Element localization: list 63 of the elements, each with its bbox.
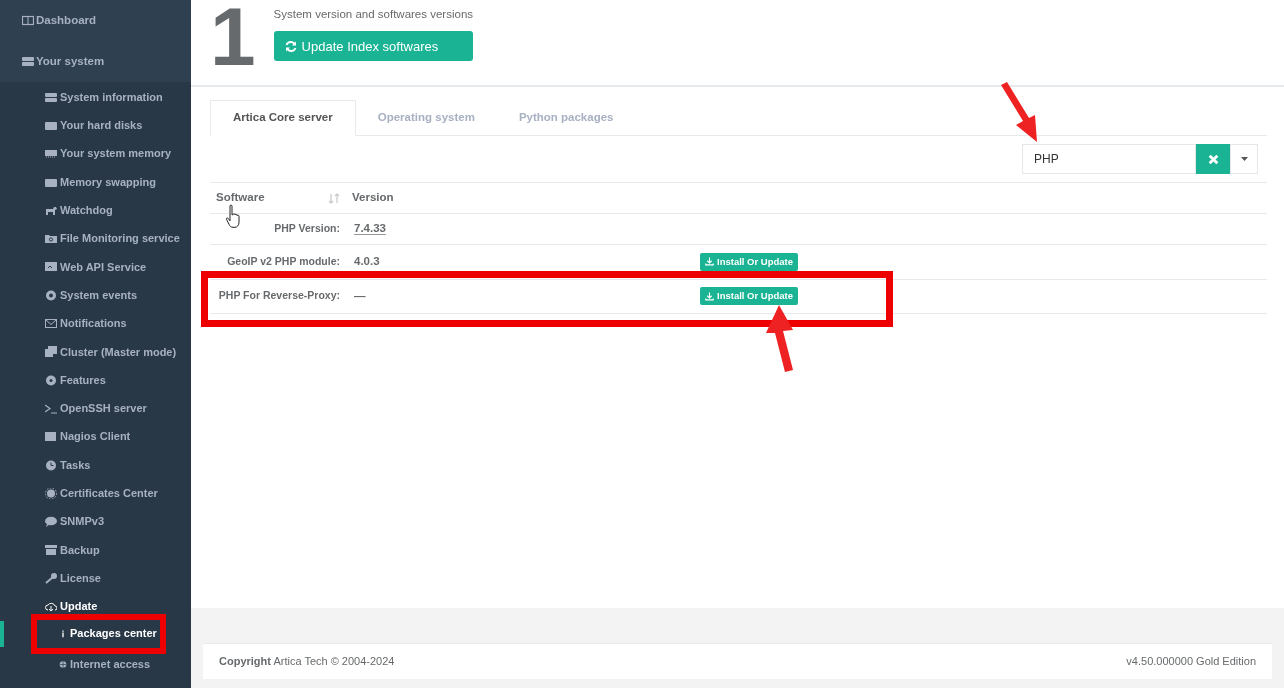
table-cell-text: GeoIP v2 PHP module: bbox=[227, 253, 340, 269]
sort-icon bbox=[328, 192, 340, 204]
sidebar-item[interactable]: Cluster (Master mode) bbox=[0, 337, 191, 366]
copy-icon bbox=[45, 346, 57, 358]
key-icon bbox=[45, 572, 57, 584]
copyright-text: Copyright Artica Tech © 2004-2024 bbox=[219, 654, 395, 670]
memory-icon bbox=[45, 148, 57, 160]
globe-icon bbox=[59, 659, 67, 671]
sidebar-item[interactable]: File Monitoring service bbox=[0, 224, 191, 253]
tab[interactable]: Artica Core server bbox=[210, 100, 356, 136]
version-text: v4.50.000000 Gold Edition bbox=[1126, 654, 1256, 670]
search-field[interactable]: PHP bbox=[1022, 144, 1196, 174]
download-icon bbox=[705, 290, 714, 302]
server-icon bbox=[45, 91, 57, 103]
table-cell: PHP Version: bbox=[274, 221, 340, 237]
sidebar-item[interactable]: License bbox=[0, 564, 191, 593]
table-cell-text: PHP For Reverse-Proxy: bbox=[218, 288, 340, 304]
sidebar-item[interactable]: OpenSSH server bbox=[0, 394, 191, 423]
chat-icon bbox=[45, 516, 57, 528]
square-icon bbox=[45, 431, 57, 443]
page-number: 1 bbox=[210, 1, 256, 73]
dashboard-icon bbox=[22, 15, 34, 26]
sidebar-item[interactable]: Your system memory bbox=[0, 139, 191, 168]
column-header[interactable]: Software bbox=[216, 189, 265, 207]
download-icon bbox=[705, 256, 714, 268]
sidebar-item[interactable]: Certificates Center bbox=[0, 479, 191, 508]
dog-icon bbox=[45, 204, 57, 216]
gear-icon bbox=[45, 487, 57, 499]
sidebar-item[interactable]: SNMPv3 bbox=[0, 507, 191, 536]
sidebar-item[interactable]: Notifications bbox=[0, 309, 191, 338]
info-icon bbox=[59, 628, 67, 640]
clear-button[interactable] bbox=[1196, 144, 1230, 174]
sidebar-item[interactable]: System information bbox=[0, 83, 191, 112]
sidebar-item[interactable]: Your system bbox=[0, 41, 191, 82]
sidebar-item[interactable]: Features bbox=[0, 365, 191, 395]
sidebar-item[interactable]: Tasks bbox=[0, 450, 191, 480]
close-icon bbox=[1207, 153, 1219, 165]
sidebar-item[interactable]: System events bbox=[0, 281, 191, 310]
sidebar-item[interactable]: Web API Service bbox=[0, 252, 191, 282]
clock-icon bbox=[45, 459, 57, 471]
envelope-icon bbox=[45, 318, 57, 329]
caret-icon bbox=[1240, 157, 1248, 161]
table-cell: 4.0.3 bbox=[354, 255, 380, 268]
disc-icon bbox=[45, 374, 57, 386]
hand-cursor-icon bbox=[226, 204, 241, 230]
server-icon bbox=[22, 56, 34, 67]
sidebar-item[interactable]: Watchdog bbox=[0, 196, 191, 225]
archive-icon bbox=[45, 544, 57, 556]
sidebar-item[interactable]: Your hard disks bbox=[0, 111, 191, 140]
monitor-icon bbox=[45, 261, 57, 273]
sidebar-item[interactable]: Backup bbox=[0, 535, 191, 565]
terminal-icon bbox=[45, 402, 57, 414]
sidebar-item[interactable]: Internet access bbox=[0, 646, 191, 677]
version-link[interactable]: 7.4.33 bbox=[354, 222, 386, 236]
sidebar-item[interactable]: Memory swapping bbox=[0, 167, 191, 197]
column-header[interactable]: Version bbox=[352, 189, 394, 207]
sidebar-item[interactable]: Nagios Client bbox=[0, 422, 191, 451]
cloud-download-icon bbox=[45, 601, 57, 612]
sidebar-item[interactable]: Update bbox=[0, 592, 191, 621]
table-cell: — bbox=[354, 289, 366, 302]
page-subtitle: System version and softwares versions bbox=[273, 7, 474, 22]
refresh-icon bbox=[284, 40, 297, 52]
sidebar-item[interactable]: Dashboard bbox=[0, 0, 191, 41]
